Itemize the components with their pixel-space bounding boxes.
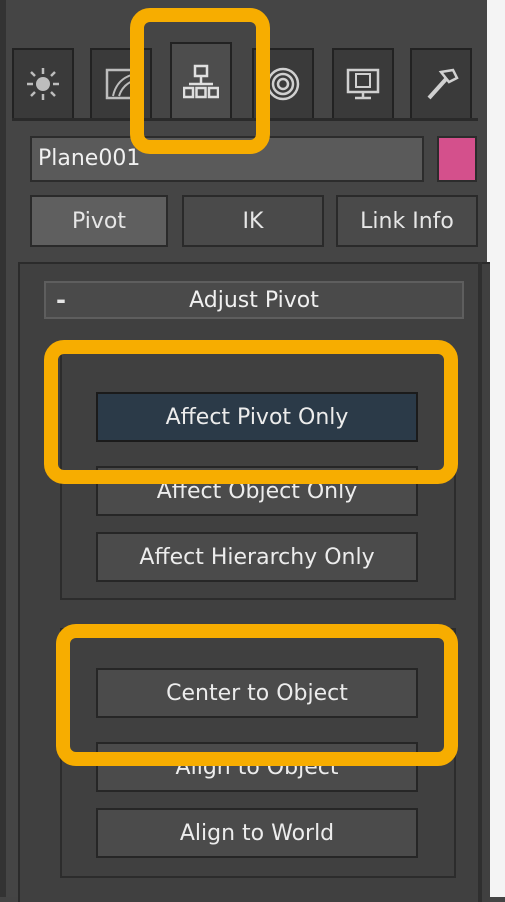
hierarchy-icon	[183, 64, 219, 99]
tab-motion[interactable]	[252, 48, 314, 118]
tab-divider	[12, 118, 478, 121]
object-name-field[interactable]: Plane001	[30, 136, 424, 182]
affect-object-only-button[interactable]: Affect Object Only	[96, 466, 418, 516]
tab-display[interactable]	[332, 48, 394, 118]
tab-hierarchy[interactable]	[170, 42, 232, 120]
tab-utilities[interactable]	[410, 48, 472, 118]
command-panel-tabs	[12, 38, 478, 120]
rollout-title: Adjust Pivot	[189, 287, 319, 313]
sun-icon	[27, 68, 59, 100]
object-color-swatch[interactable]	[437, 136, 477, 182]
panel-left-edge	[0, 0, 6, 897]
align-to-object-button[interactable]: Align to Object	[96, 742, 418, 792]
ik-button[interactable]: IK	[182, 195, 324, 247]
adjust-pivot-rollout-header[interactable]: - Adjust Pivot	[44, 281, 464, 319]
display-icon	[346, 68, 380, 100]
motion-icon	[266, 67, 300, 101]
tab-create[interactable]	[12, 48, 74, 118]
affect-pivot-only-button[interactable]: Affect Pivot Only	[96, 392, 418, 442]
hammer-icon	[427, 68, 459, 100]
collapse-icon: -	[56, 286, 66, 314]
bend-icon	[105, 68, 137, 100]
affect-hierarchy-only-button[interactable]: Affect Hierarchy Only	[96, 532, 418, 582]
scrollbar-rail[interactable]	[478, 262, 482, 902]
align-to-world-button[interactable]: Align to World	[96, 808, 418, 858]
center-to-object-button[interactable]: Center to Object	[96, 668, 418, 718]
link-info-button[interactable]: Link Info	[336, 195, 478, 247]
tab-modify[interactable]	[90, 48, 152, 118]
pivot-button[interactable]: Pivot	[30, 195, 168, 247]
